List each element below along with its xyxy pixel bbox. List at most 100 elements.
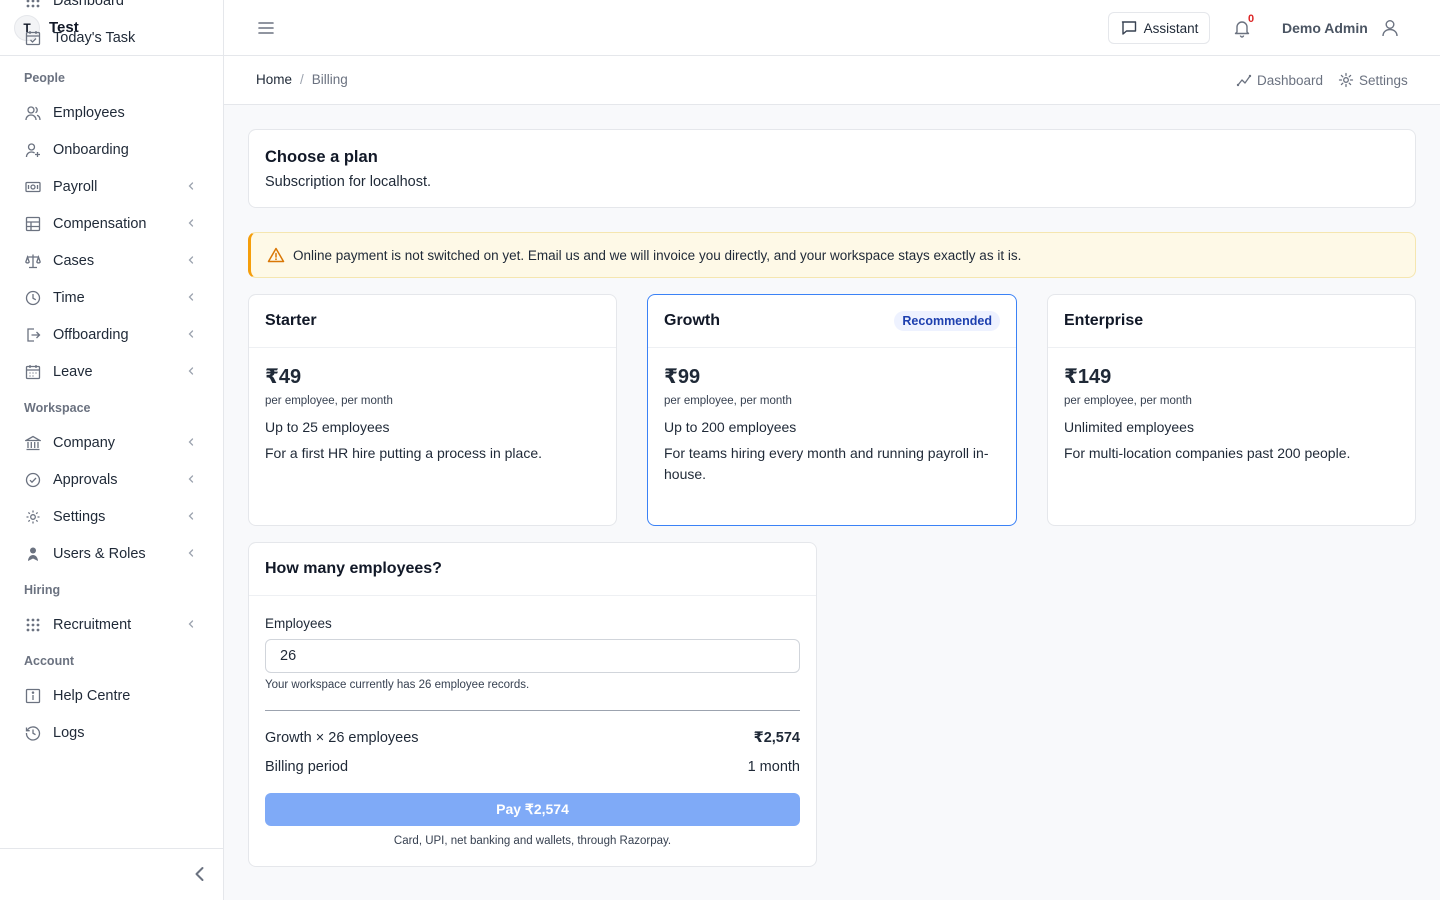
quick-link-dashboard-label: Dashboard xyxy=(1257,72,1324,88)
plan-header-card: Choose a plan Subscription for localhost… xyxy=(248,129,1416,208)
sidebar-section-workspace: Workspace xyxy=(24,401,91,415)
quick-link-dashboard[interactable]: Dashboard xyxy=(1236,72,1323,88)
plan-card-enterprise[interactable]: Enterprise ₹149 per employee, per month … xyxy=(1047,294,1416,526)
users-icon xyxy=(24,104,42,122)
clock-icon xyxy=(24,289,42,307)
sidebar-item-label: Recruitment xyxy=(53,617,132,633)
user-icon[interactable] xyxy=(1380,18,1400,38)
sidebar-item-offboarding[interactable]: Offboarding xyxy=(16,318,208,352)
sidebar-item-label: Time xyxy=(53,290,85,306)
calendar-check-icon xyxy=(24,29,42,47)
page-subtitle: Subscription for localhost. xyxy=(265,174,432,190)
chevron-left-icon xyxy=(186,437,196,447)
chevron-left-icon xyxy=(186,619,196,629)
sidebar-item-approvals[interactable]: Approvals xyxy=(16,463,208,497)
sidebar-item-company[interactable]: Company xyxy=(16,426,208,460)
sidebar-item-label: Approvals xyxy=(53,472,118,488)
check-circle-icon xyxy=(24,471,42,489)
sidebar-item-recruitment[interactable]: Recruitment xyxy=(16,608,208,642)
sidebar-item-users-roles[interactable]: Users & Roles xyxy=(16,537,208,571)
sidebar-section-hiring: Hiring xyxy=(24,583,61,597)
plan-price: ₹49 xyxy=(265,366,302,388)
exit-icon xyxy=(24,326,42,344)
topbar: Assistant 0 Demo Admin xyxy=(224,0,1440,56)
alert-text: Online payment is not switched on yet. E… xyxy=(293,247,1022,263)
chevron-left-icon xyxy=(186,366,196,376)
chevron-left-icon xyxy=(186,548,196,558)
sidebar-item-today-s-task[interactable]: Today's Task xyxy=(16,21,208,55)
sidebar-section-people: People xyxy=(24,71,65,85)
sidebar-item-label: Logs xyxy=(53,725,85,741)
payment-alert: Online payment is not switched on yet. E… xyxy=(248,232,1416,278)
breadcrumb: Home / Billing xyxy=(256,72,348,87)
sidebar-item-time[interactable]: Time xyxy=(16,281,208,315)
breadcrumb-separator: / xyxy=(300,72,304,87)
plan-description: For teams hiring every month and running… xyxy=(664,445,989,482)
summary-value: ₹2,574 xyxy=(753,730,800,746)
sidebar-item-label: Company xyxy=(53,435,116,451)
plan-name: Enterprise xyxy=(1064,312,1144,329)
sidebar-item-compensation[interactable]: Compensation xyxy=(16,207,208,241)
breadcrumb-bar: Home / Billing Dashboard Settings xyxy=(224,56,1440,105)
bank-icon xyxy=(24,434,42,452)
money-icon xyxy=(24,178,42,196)
chart-line-icon xyxy=(1236,72,1252,88)
user-name[interactable]: Demo Admin xyxy=(1282,20,1368,36)
sidebar-item-label: Users & Roles xyxy=(53,546,146,562)
plan-name: Growth xyxy=(664,312,720,329)
chevron-left-icon xyxy=(186,329,196,339)
sidebar-item-label: Offboarding xyxy=(53,327,129,343)
sidebar-item-label: Employees xyxy=(53,105,125,121)
sidebar-item-settings[interactable]: Settings xyxy=(16,500,208,534)
breadcrumb-current: Billing xyxy=(311,72,348,87)
sidebar-item-dashboard[interactable]: Dashboard xyxy=(16,0,208,18)
sidebar-item-label: Leave xyxy=(53,364,93,380)
employees-card-title: How many employees? xyxy=(249,543,816,596)
menu-toggle-icon[interactable] xyxy=(256,18,276,38)
billing-period-value: 1 month xyxy=(747,759,800,775)
sidebar-item-logs[interactable]: Logs xyxy=(16,716,208,750)
employees-card: How many employees? Employees Your works… xyxy=(248,542,817,867)
pay-button[interactable]: Pay ₹2,574 xyxy=(265,793,800,826)
plan-card-growth[interactable]: Growth Recommended ₹99 per employee, per… xyxy=(647,294,1017,526)
sidebar-item-leave[interactable]: Leave xyxy=(16,355,208,389)
employees-input[interactable] xyxy=(265,639,800,673)
assistant-button[interactable]: Assistant xyxy=(1108,12,1210,44)
sidebar-item-cases[interactable]: Cases xyxy=(16,244,208,278)
payment-methods-note: Card, UPI, net banking and wallets, thro… xyxy=(393,835,672,847)
sidebar: T Test Dashboard Today's Task People Employ… xyxy=(0,0,224,900)
plan-price-unit: per employee, per month xyxy=(1064,395,1192,407)
collapse-sidebar-icon[interactable] xyxy=(190,864,210,884)
sidebar-item-onboarding[interactable]: Onboarding xyxy=(16,133,208,167)
plan-limit: Up to 200 employees xyxy=(664,419,797,435)
page-title: Choose a plan xyxy=(265,148,378,166)
employees-hint: Your workspace currently has 26 employee… xyxy=(265,679,530,691)
summary-divider xyxy=(265,710,800,711)
gear-icon xyxy=(24,508,42,526)
quick-link-settings-label: Settings xyxy=(1359,72,1408,88)
quick-link-settings[interactable]: Settings xyxy=(1338,72,1408,88)
sidebar-item-employees[interactable]: Employees xyxy=(16,96,208,130)
employees-field-label: Employees xyxy=(265,616,332,631)
plan-price: ₹149 xyxy=(1064,366,1112,388)
user-shield-icon xyxy=(24,545,42,563)
sidebar-item-payroll[interactable]: Payroll xyxy=(16,170,208,204)
plan-price-unit: per employee, per month xyxy=(265,395,393,407)
sidebar-item-help-centre[interactable]: Help Centre xyxy=(16,679,208,713)
plan-name: Starter xyxy=(265,312,317,329)
breadcrumb-home[interactable]: Home xyxy=(256,72,292,87)
chevron-left-icon xyxy=(186,255,196,265)
chevron-left-icon xyxy=(186,474,196,484)
plan-card-starter[interactable]: Starter ₹49 per employee, per month Up t… xyxy=(248,294,617,526)
plan-price-unit: per employee, per month xyxy=(664,395,792,407)
table-icon xyxy=(24,215,42,233)
plan-price: ₹99 xyxy=(664,366,701,388)
info-icon xyxy=(24,687,42,705)
recommended-badge: Recommended xyxy=(894,311,1000,331)
grid-icon xyxy=(24,616,42,634)
grid-icon xyxy=(24,0,42,10)
billing-period-label: Billing period xyxy=(265,759,349,775)
notification-count-badge: 0 xyxy=(1248,13,1255,25)
chevron-left-icon xyxy=(186,181,196,191)
user-plus-icon xyxy=(24,141,42,159)
